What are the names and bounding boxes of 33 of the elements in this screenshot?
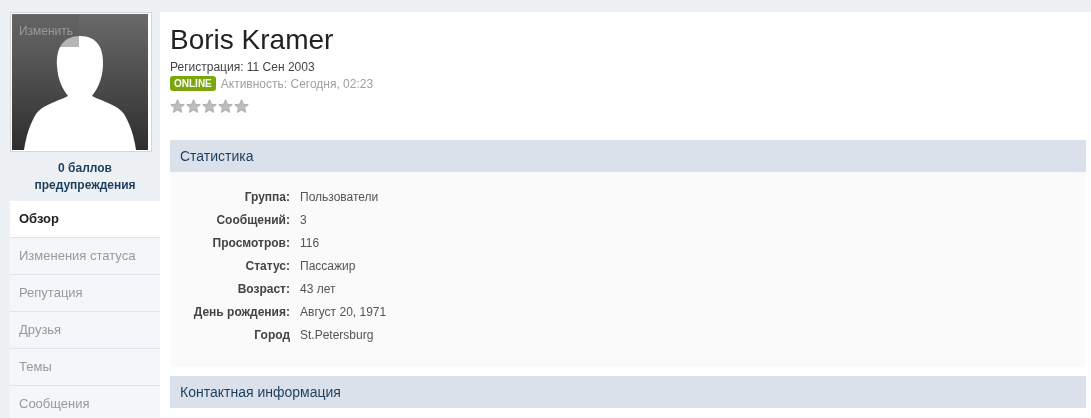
field-label: День рождения: [192,304,290,321]
last-activity: Активность: Сегодня, 02:23 [220,76,374,91]
star-icon[interactable] [234,99,249,114]
field-label: Статус: [244,258,290,275]
registration-date: Регистрация: 11 Сен 2003 [170,60,316,74]
nav-tab[interactable]: Друзья [10,312,160,349]
field-label: Город [253,327,290,344]
field-value: Пользователи [300,189,380,206]
field-label: Просмотров: [211,235,290,252]
warning-points-link[interactable]: 0 баллов предупреждения [16,160,154,194]
star-icon[interactable] [170,99,185,114]
nav-tab[interactable]: Темы [10,349,160,386]
star-icon[interactable] [202,99,217,114]
nav-tab[interactable]: Обзор [10,201,160,238]
field-value: 43 лет [300,281,337,298]
nav-tab[interactable]: Сообщения [10,386,160,418]
nav-tab[interactable]: Изменения статуса [10,238,160,275]
field-value: St.Petersburg [300,327,375,344]
profile-name: Boris Kramer [170,24,335,56]
field-value: 116 [300,235,321,252]
field-label: Группа: [243,189,290,206]
status-badge: ONLINE [170,76,216,91]
nav-tab[interactable]: Репутация [10,275,160,312]
star-icon[interactable] [186,99,201,114]
edit-button[interactable]: Изменить [13,15,79,47]
field-label: Сообщений: [215,212,290,229]
field-value: Пассажир [300,258,357,275]
field-label: Возраст: [236,281,290,298]
field-value: Август 20, 1971 [300,304,387,321]
field-value: 3 [300,212,308,229]
star-icon[interactable] [218,99,233,114]
section-header: Статистика [170,140,1086,172]
section-header: Контактная информация [170,376,1086,408]
